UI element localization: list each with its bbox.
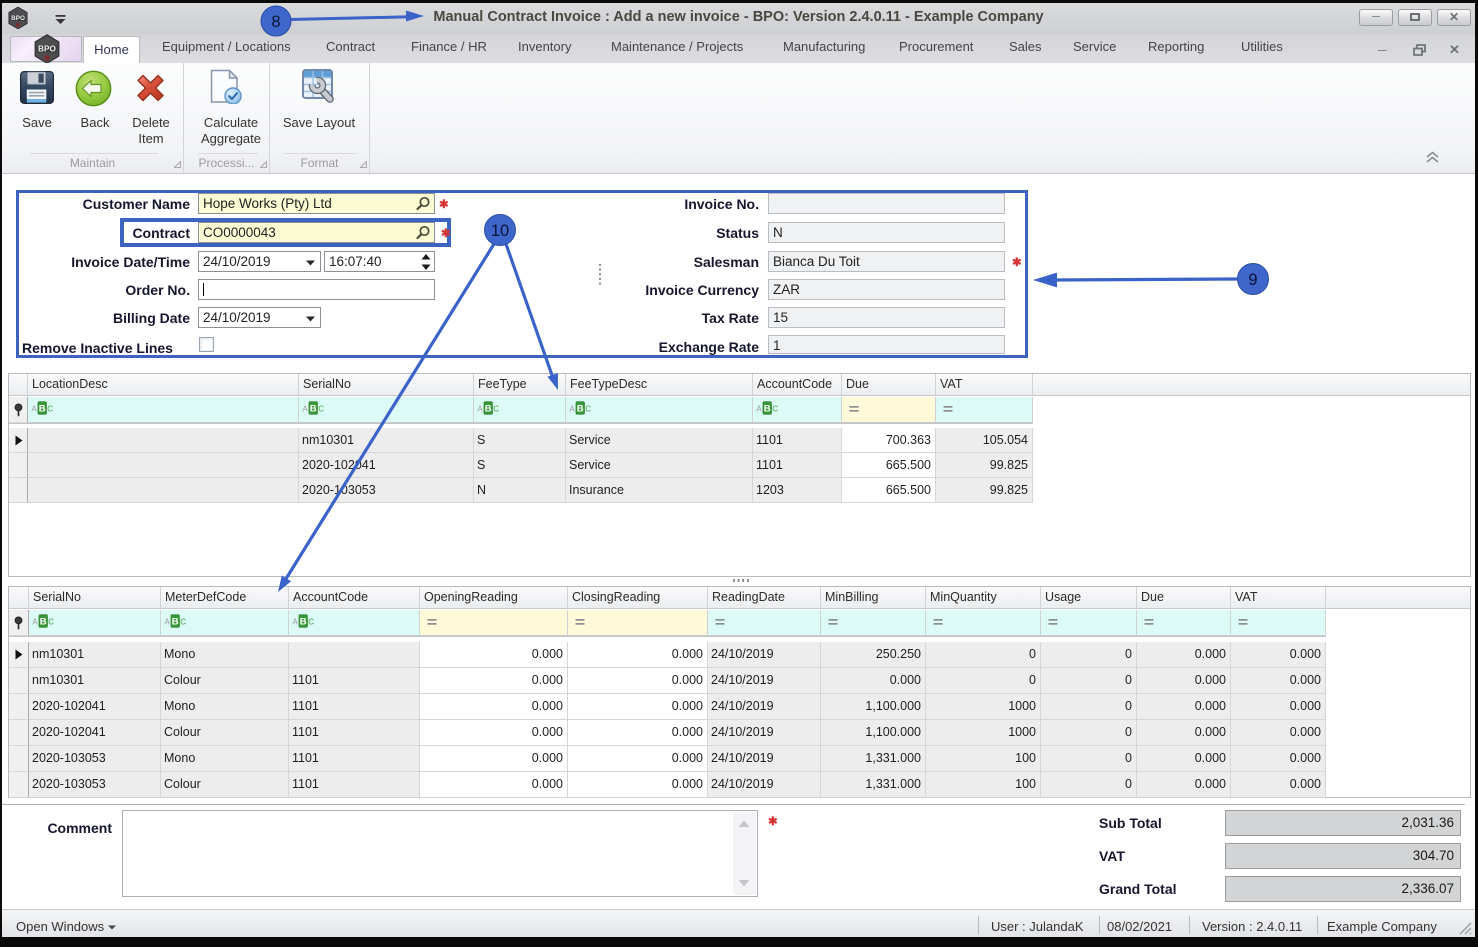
svg-text:C: C [585, 405, 591, 414]
svg-text:A: A [32, 618, 38, 627]
svg-text:B: B [485, 404, 492, 415]
svg-text:B: B [310, 404, 317, 415]
svg-text:A: A [569, 405, 575, 414]
svg-text:A: A [292, 618, 298, 627]
svg-text:A: A [31, 405, 37, 414]
svg-text:BPO: BPO [11, 15, 25, 22]
svg-text:C: C [308, 618, 314, 627]
svg-text:A: A [756, 405, 762, 414]
svg-text:B: B [764, 404, 771, 415]
svg-text:C: C [48, 618, 54, 627]
svg-text:B: B [300, 617, 307, 628]
svg-text:C: C [772, 405, 778, 414]
svg-text:C: C [493, 405, 499, 414]
svg-text:A: A [477, 405, 483, 414]
svg-text:B: B [40, 617, 47, 628]
svg-text:C: C [47, 405, 53, 414]
svg-text:B: B [39, 404, 46, 415]
svg-text:A: A [302, 405, 308, 414]
svg-text:B: B [577, 404, 584, 415]
svg-text:A: A [164, 618, 170, 627]
svg-text:BPO: BPO [38, 45, 56, 54]
svg-text:C: C [318, 405, 324, 414]
svg-text:C: C [180, 618, 186, 627]
svg-text:B: B [172, 617, 179, 628]
